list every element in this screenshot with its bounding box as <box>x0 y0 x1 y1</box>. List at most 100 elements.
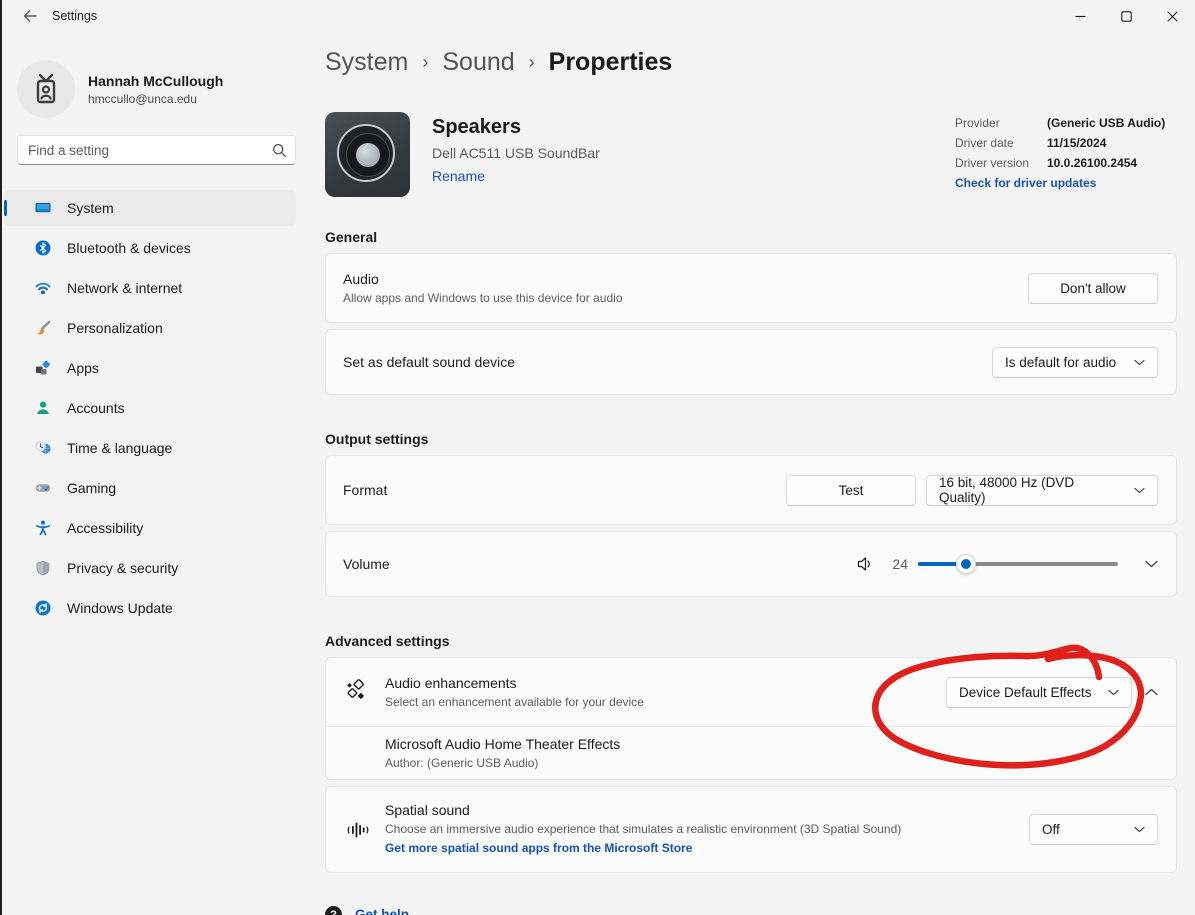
audio-card: Audio Allow apps and Windows to use this… <box>325 253 1177 323</box>
gamepad-icon <box>35 480 51 496</box>
sidebar-item-label: System <box>67 200 114 216</box>
sidebar-item-personalization[interactable]: Personalization <box>4 310 296 346</box>
user-email: hmccullo@unca.edu <box>88 92 223 106</box>
audio-enhancements-description: Select an enhancement available for your… <box>385 695 946 709</box>
sidebar-item-label: Windows Update <box>67 600 173 616</box>
spatial-sound-card: Spatial sound Choose an immersive audio … <box>325 786 1177 873</box>
driver-row-provider: Provider (Generic USB Audio) <box>955 116 1177 130</box>
spatial-sound-dropdown[interactable]: Off <box>1029 814 1158 845</box>
sidebar-item-accounts[interactable]: Accounts <box>4 390 296 426</box>
volume-controls: 24 <box>856 554 1158 574</box>
test-button[interactable]: Test <box>786 475 916 506</box>
breadcrumb-sound[interactable]: Sound <box>442 48 514 77</box>
format-dropdown[interactable]: 16 bit, 48000 Hz (DVD Quality) <box>926 475 1158 506</box>
window-edge <box>0 0 2 915</box>
breadcrumb-system[interactable]: System <box>325 48 408 77</box>
volume-card: Volume 24 <box>325 531 1177 597</box>
volume-slider-thumb[interactable] <box>956 554 976 574</box>
update-icon <box>35 600 51 616</box>
driver-label: Provider <box>955 116 1047 130</box>
sidebar-item-apps[interactable]: Apps <box>4 350 296 386</box>
general-heading: General <box>325 229 1177 245</box>
volume-title: Volume <box>343 556 856 572</box>
volume-expander-chevron-down-icon[interactable] <box>1145 560 1158 568</box>
sidebar: Hannah McCullough hmccullo@unca.edu Syst… <box>4 32 314 630</box>
audio-enhancements-dropdown[interactable]: Device Default Effects <box>946 677 1132 708</box>
driver-row-version: Driver version 10.0.26100.2454 <box>955 156 1177 170</box>
user-text: Hannah McCullough hmccullo@unca.edu <box>88 73 223 106</box>
enhancements-expander-chevron-up-icon[interactable] <box>1145 688 1158 696</box>
audio-description: Allow apps and Windows to use this devic… <box>343 291 1028 305</box>
spatial-sound-icon <box>343 818 373 842</box>
chevron-down-icon <box>1134 359 1145 366</box>
sidebar-item-label: Personalization <box>67 320 163 336</box>
output-settings-heading: Output settings <box>325 431 1177 447</box>
sidebar-item-label: Time & language <box>67 440 172 456</box>
minimize-icon <box>1075 11 1086 22</box>
sidebar-item-label: Apps <box>67 360 99 376</box>
spatial-sound-description: Choose an immersive audio experience tha… <box>385 822 1029 836</box>
maximize-button[interactable] <box>1103 0 1149 32</box>
default-device-dropdown[interactable]: Is default for audio <box>992 347 1158 378</box>
accessibility-person-icon <box>35 520 51 536</box>
device-header: Speakers Dell AC511 USB SoundBar Rename … <box>325 112 1177 197</box>
wifi-icon <box>35 280 51 296</box>
sidebar-item-bluetooth-devices[interactable]: Bluetooth & devices <box>4 230 296 266</box>
driver-label: Driver date <box>955 136 1047 150</box>
sidebar-item-system[interactable]: System <box>4 190 296 226</box>
user-profile[interactable]: Hannah McCullough hmccullo@unca.edu <box>17 60 314 118</box>
avatar <box>17 60 75 118</box>
back-button[interactable] <box>10 0 50 32</box>
get-help-link[interactable]: Get help <box>355 907 409 915</box>
maximize-icon <box>1121 11 1132 22</box>
volume-slider[interactable] <box>918 554 1118 574</box>
dont-allow-button[interactable]: Don't allow <box>1028 273 1158 304</box>
titlebar: Settings <box>0 0 1195 32</box>
device-description: Dell AC511 USB SoundBar <box>432 145 955 161</box>
driver-row-date: Driver date 11/15/2024 <box>955 136 1177 150</box>
format-card: Format Test 16 bit, 48000 Hz (DVD Qualit… <box>325 455 1177 525</box>
sidebar-item-privacy-security[interactable]: Privacy & security <box>4 550 296 586</box>
close-icon <box>1167 11 1178 22</box>
breadcrumb-separator: › <box>422 52 428 73</box>
speaker-volume-icon <box>856 555 874 573</box>
check-driver-updates-link[interactable]: Check for driver updates <box>955 176 1096 190</box>
sidebar-item-network-internet[interactable]: Network & internet <box>4 270 296 306</box>
id-badge-icon <box>29 72 63 106</box>
driver-value: (Generic USB Audio) <box>1047 116 1165 130</box>
driver-value: 10.0.26100.2454 <box>1047 156 1137 170</box>
driver-value: 11/15/2024 <box>1047 136 1106 150</box>
sidebar-item-label: Privacy & security <box>67 560 178 576</box>
spatial-sound-dropdown-value: Off <box>1042 822 1060 837</box>
clock-globe-icon <box>35 440 51 456</box>
chevron-down-icon <box>1108 689 1119 696</box>
system-icon <box>35 200 51 216</box>
default-device-title: Set as default sound device <box>343 354 992 370</box>
sidebar-item-time-language[interactable]: Time & language <box>4 430 296 466</box>
minimize-button[interactable] <box>1057 0 1103 32</box>
format-title: Format <box>343 482 786 498</box>
spatial-sound-title: Spatial sound <box>385 802 1029 818</box>
enhancement-author: Author: (Generic USB Audio) <box>385 756 1158 770</box>
sidebar-item-windows-update[interactable]: Windows Update <box>4 590 296 626</box>
breadcrumb-separator: › <box>529 52 535 73</box>
search-icon[interactable] <box>272 143 287 163</box>
spatial-store-link[interactable]: Get more spatial sound apps from the Mic… <box>385 841 692 855</box>
sidebar-item-gaming[interactable]: Gaming <box>4 470 296 506</box>
sidebar-item-label: Accessibility <box>67 520 143 536</box>
volume-value: 24 <box>888 556 908 572</box>
footer: ? Get help <box>325 906 1177 915</box>
sidebar-item-accessibility[interactable]: Accessibility <box>4 510 296 546</box>
sidebar-item-label: Gaming <box>67 480 116 496</box>
search-box <box>17 135 296 165</box>
audio-enhancements-dropdown-value: Device Default Effects <box>959 685 1092 700</box>
search-input[interactable] <box>18 143 266 158</box>
rename-link[interactable]: Rename <box>432 168 485 184</box>
close-button[interactable] <box>1149 0 1195 32</box>
page-title: Properties <box>549 48 673 77</box>
shield-icon <box>35 560 51 576</box>
speaker-device-icon <box>325 112 410 197</box>
breadcrumb: System › Sound › Properties <box>325 48 1177 77</box>
audio-title: Audio <box>343 271 1028 287</box>
apps-icon <box>35 360 51 376</box>
